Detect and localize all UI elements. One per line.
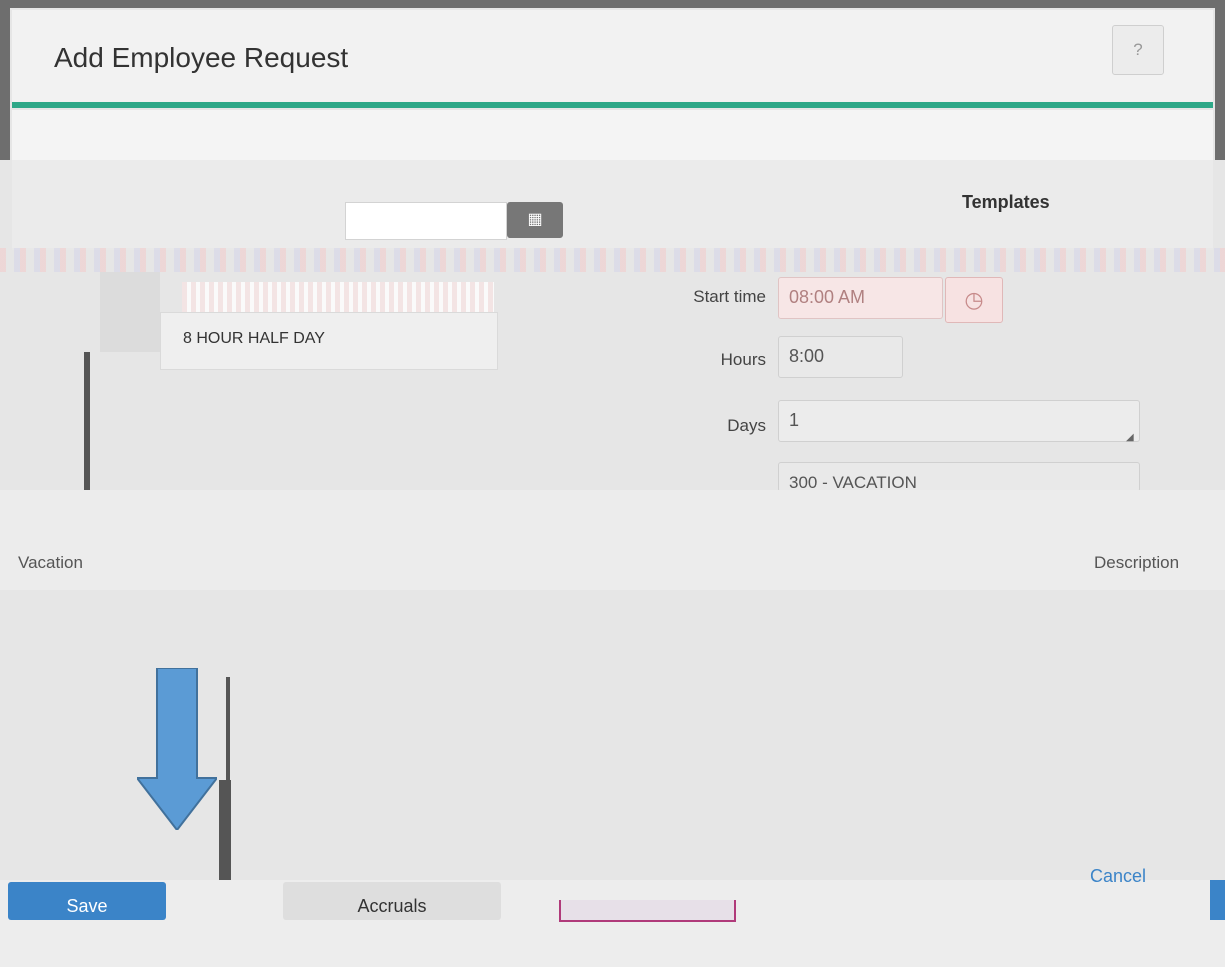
left-panel (100, 272, 160, 352)
window-frame-top (0, 0, 1225, 8)
dialog-body-top (12, 110, 1213, 160)
calendar-button[interactable]: ▦ (507, 202, 563, 238)
start-time-label: Start time (693, 287, 766, 306)
template-list-header (182, 282, 494, 313)
window-frame-right (1215, 0, 1225, 160)
hours-input[interactable]: 8:00 (778, 336, 903, 378)
dialog-footer (0, 880, 1225, 967)
days-select[interactable]: 1 (778, 400, 1140, 442)
days-select-caret-icon: ◢ (1126, 432, 1134, 443)
hours-label: Hours (720, 350, 766, 369)
start-time-input[interactable]: 08:00 AM (778, 277, 943, 319)
left-scroll-bar[interactable] (84, 352, 90, 492)
dialog-header: Add Employee Request ? (12, 10, 1213, 108)
pay-code-select[interactable]: 300 - VACATION (778, 462, 1140, 492)
request-type-label: Vacation (18, 553, 83, 572)
right-edge-button[interactable] (1210, 880, 1225, 920)
render-artifact-band (0, 248, 1225, 272)
dialog-title: Add Employee Request (54, 42, 349, 73)
templates-heading: Templates (962, 192, 1050, 212)
template-item-8-hour-half-day[interactable]: 8 HOUR HALF DAY (160, 312, 498, 370)
down-arrow-annotation (137, 668, 217, 830)
days-label: Days (727, 416, 766, 435)
help-button[interactable]: ? (1112, 25, 1164, 75)
date-input[interactable] (345, 202, 507, 240)
cancel-link[interactable]: Cancel (1090, 866, 1146, 887)
description-label: Description (1094, 553, 1180, 572)
window-frame-left (0, 0, 10, 160)
calendar-icon: ▦ (527, 211, 543, 228)
save-button[interactable]: Save (8, 882, 166, 920)
render-artifact-box (559, 900, 736, 922)
clock-button[interactable]: ◷ (945, 277, 1003, 323)
request-detail-band (0, 490, 1225, 590)
clock-icon: ◷ (964, 287, 984, 312)
accruals-button[interactable]: Accruals (283, 882, 501, 920)
